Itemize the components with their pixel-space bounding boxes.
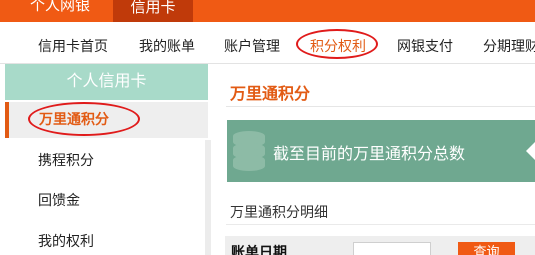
- bill-date-label: 账单日期: [231, 245, 287, 255]
- sidebar: 个人信用卡 万里通积分 携程积分 回馈金 我的权利: [5, 64, 211, 255]
- nav-item-installment[interactable]: 分期理财: [483, 36, 535, 56]
- sidebar-item-wanlitong-points[interactable]: 万里通积分: [5, 102, 208, 138]
- nav-item-credit-home[interactable]: 信用卡首页: [38, 36, 108, 56]
- points-total-banner: 截至目前的万里通积分总数: [227, 120, 535, 182]
- points-detail-heading: 万里通积分明细: [230, 205, 328, 221]
- sidebar-item-cashback[interactable]: 回馈金: [5, 183, 208, 219]
- sidebar-title: 个人信用卡: [5, 64, 208, 100]
- main-content: 万里通积分 截至目前的万里通积分总数 万里通积分明细 账单日期 查询: [208, 64, 535, 255]
- banner-text: 截至目前的万里通积分总数: [273, 144, 466, 163]
- tab-credit-card[interactable]: 信用卡: [113, 0, 193, 22]
- banner-notch-icon: [526, 142, 535, 160]
- sidebar-item-ctrip-points[interactable]: 携程积分: [5, 143, 208, 179]
- coins-icon: [233, 131, 265, 171]
- page-title: 万里通积分: [230, 84, 311, 103]
- nav-item-my-bill[interactable]: 我的账单: [139, 36, 195, 56]
- nav-item-points-rights[interactable]: 积分权利: [310, 36, 366, 56]
- title-divider: [226, 106, 535, 107]
- bill-date-input[interactable]: [353, 242, 431, 255]
- detail-divider: [226, 224, 535, 225]
- sidebar-item-my-rights[interactable]: 我的权利: [5, 224, 208, 255]
- top-tab-bar: 个人网银 信用卡: [0, 0, 535, 22]
- query-button[interactable]: 查询: [458, 242, 515, 255]
- nav-item-online-payment[interactable]: 网银支付: [397, 36, 453, 56]
- bill-date-filter: 账单日期 查询: [225, 236, 535, 255]
- main-nav: 信用卡首页 我的账单 账户管理 积分权利 网银支付 分期理财: [0, 22, 535, 64]
- nav-item-account-management[interactable]: 账户管理: [224, 36, 280, 56]
- tab-personal-banking[interactable]: 个人网银: [30, 0, 90, 18]
